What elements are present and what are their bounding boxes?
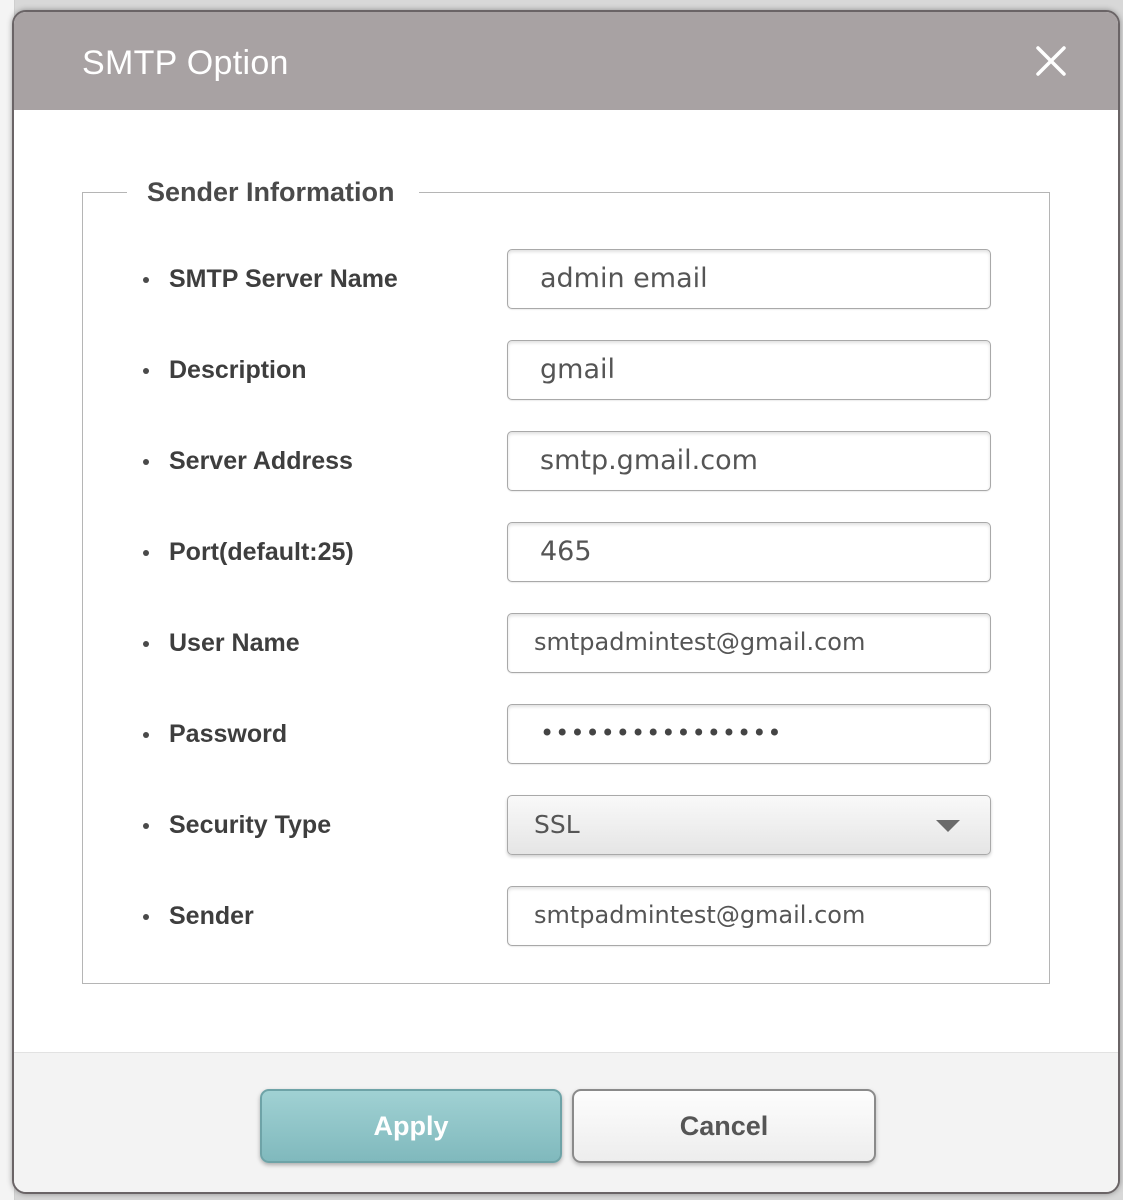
dialog-footer: Apply Cancel xyxy=(14,1052,1118,1192)
dialog-titlebar: SMTP Option xyxy=(14,12,1118,110)
security-type-value: SSL xyxy=(534,810,580,839)
password-label: Password xyxy=(169,720,288,748)
description-input[interactable]: gmail xyxy=(507,340,991,400)
server-address-row: Server Address smtp.gmail.com xyxy=(83,431,1049,493)
sender-row: Sender smtpadmintest@gmail.com xyxy=(83,886,1049,948)
bullet-icon xyxy=(143,641,149,647)
description-row: Description gmail xyxy=(83,340,1049,402)
password-input[interactable]: •••••••••••••••• xyxy=(507,704,991,764)
user-name-input[interactable]: smtpadmintest@gmail.com xyxy=(507,613,991,673)
security-type-select[interactable]: SSL xyxy=(507,795,991,855)
group-legend: Sender Information xyxy=(127,175,419,209)
security-type-row: Security Type SSL xyxy=(83,795,1049,857)
dialog-body: Sender Information SMTP Server Name admi… xyxy=(14,110,1118,1052)
port-input[interactable]: 465 xyxy=(507,522,991,582)
smtp-server-name-row: SMTP Server Name admin email xyxy=(83,249,1049,311)
bullet-icon xyxy=(143,459,149,465)
bullet-icon xyxy=(143,277,149,283)
smtp-server-name-label: SMTP Server Name xyxy=(169,265,398,293)
bullet-icon xyxy=(143,914,149,920)
sender-information-group: Sender Information SMTP Server Name admi… xyxy=(82,175,1050,984)
bullet-icon xyxy=(143,550,149,556)
port-row: Port(default:25) 465 xyxy=(83,522,1049,584)
server-address-input[interactable]: smtp.gmail.com xyxy=(507,431,991,491)
sender-label: Sender xyxy=(169,902,254,930)
cancel-button[interactable]: Cancel xyxy=(572,1089,876,1163)
apply-button[interactable]: Apply xyxy=(260,1089,562,1163)
security-type-label: Security Type xyxy=(169,811,332,839)
user-name-row: User Name smtpadmintest@gmail.com xyxy=(83,613,1049,675)
bullet-icon xyxy=(143,823,149,829)
dialog-title: SMTP Option xyxy=(82,44,289,82)
server-address-label: Server Address xyxy=(169,447,353,475)
password-row: Password •••••••••••••••• xyxy=(83,704,1049,766)
smtp-server-name-input[interactable]: admin email xyxy=(507,249,991,309)
description-label: Description xyxy=(169,356,307,384)
bullet-icon xyxy=(143,732,149,738)
bullet-icon xyxy=(143,368,149,374)
close-icon[interactable] xyxy=(1034,44,1068,78)
chevron-down-icon xyxy=(936,820,960,832)
port-label: Port(default:25) xyxy=(169,538,354,566)
smtp-option-dialog: SMTP Option Sender Information SMTP Serv… xyxy=(12,10,1120,1194)
user-name-label: User Name xyxy=(169,629,300,657)
sender-input[interactable]: smtpadmintest@gmail.com xyxy=(507,886,991,946)
